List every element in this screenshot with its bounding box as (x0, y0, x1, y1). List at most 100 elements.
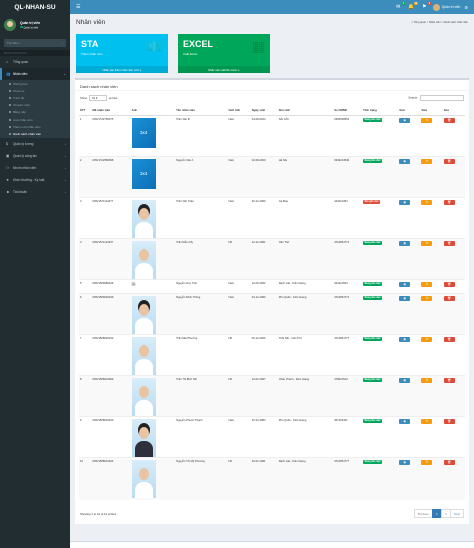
delete-button[interactable]: 🗑 (443, 295, 455, 301)
sidebar-subitem-bang-cap[interactable]: Bằng cấp (0, 109, 70, 116)
delete-button[interactable]: 🗑 (443, 418, 455, 424)
cell-birthplace: Rạch Giá - Kiên Giang (277, 278, 334, 293)
delete-button[interactable]: 🗑 (443, 199, 455, 205)
column-header[interactable]: Ảnh (130, 106, 176, 116)
navbar-user-name: Quản trị viên (441, 5, 461, 9)
entries-select[interactable]: 10 ▾ (89, 94, 107, 101)
sidebar-search-input[interactable]: Tìm kiếm... ⌕ (4, 39, 66, 47)
search-icon[interactable]: ⌕ (61, 41, 63, 45)
navbar-user-menu[interactable]: Quản trị viên (432, 3, 461, 11)
sidebar-user-panel: Quản trị viên Quản trị viên (0, 14, 70, 36)
cell-id-card: 3716654774 (333, 292, 363, 334)
control-sidebar-gear-icon[interactable]: ⚙ (464, 5, 468, 10)
add-employee-link[interactable]: Nhấn vào thêm nhân viên mới ➜ (76, 66, 168, 73)
circle-icon (9, 82, 11, 85)
column-header[interactable]: Số CMND (333, 106, 363, 116)
column-header[interactable]: Mã nhân viên (91, 106, 131, 116)
pagination-next[interactable]: Next (450, 509, 464, 518)
sidebar-subitem-chuyen-mon[interactable]: Chuyên môn (0, 102, 70, 109)
edit-button[interactable]: ✎ (421, 117, 433, 123)
delete-button[interactable]: 🗑 (443, 158, 455, 164)
column-header[interactable]: Tình trạng (362, 106, 399, 116)
sidebar-subitem-them-moi[interactable]: Thêm mới nhân viên (0, 123, 70, 130)
column-header[interactable]: Xem (398, 106, 421, 116)
cell-status: Đã nghỉ việc (362, 196, 399, 238)
employee-table: STT Mã nhân viên Ảnh Tên nhân viên Giới tính… (79, 106, 465, 500)
cell-employee-id: MNV1568631624 (91, 456, 131, 500)
cell-employee-id: MNV1722750075 (91, 114, 131, 156)
view-button[interactable]: ◉ (399, 418, 411, 424)
delete-button[interactable]: 🗑 (443, 240, 455, 246)
edit-button[interactable]: ✎ (421, 336, 433, 342)
delete-button[interactable]: 🗑 (443, 117, 455, 123)
sidebar-item-khen-thuong[interactable]: ★ Khen thưởng - Kỷ luật ‹ (0, 174, 70, 186)
edit-button[interactable]: ✎ (421, 418, 433, 424)
sidebar-subitem-loai-nhan-vien[interactable]: Loại nhân viên (0, 116, 70, 123)
eye-icon: ◉ (403, 117, 407, 122)
pagination-previous[interactable]: Previous (413, 509, 433, 518)
view-button[interactable]: ◉ (399, 281, 411, 287)
sidebar-item-nhom-nhan-vien[interactable]: ⚇ Nhóm nhân viên ‹ (0, 162, 70, 174)
envelope-icon[interactable]: ✉ 4 (394, 2, 405, 10)
edit-button[interactable]: ✎ (421, 158, 433, 164)
sidebar-subitem-chuc-vu[interactable]: Chức vụ (0, 87, 70, 94)
column-header[interactable]: Sửa (420, 106, 443, 116)
edit-button[interactable]: ✎ (421, 240, 433, 246)
cell-edit: ✎ (420, 456, 443, 500)
view-button[interactable]: ◉ (399, 377, 411, 383)
cell-photo (130, 456, 176, 500)
view-button[interactable]: ◉ (399, 459, 411, 465)
sidebar-subitem-phong-ban[interactable]: Phòng ban (0, 80, 70, 87)
flag-icon[interactable]: ⚑ 9 (420, 2, 431, 10)
edit-button[interactable]: ✎ (421, 295, 433, 301)
column-header[interactable]: Nơi sinh (277, 106, 334, 116)
export-excel-link[interactable]: Nhấn vào xuất file excel ➜ (178, 66, 270, 73)
column-header[interactable]: Xóa (442, 106, 465, 116)
cell-photo (130, 415, 176, 457)
navbar: ☰ ✉ 4 🔔 10 ⚑ 9 Quản trị viên ⚙ (70, 0, 474, 14)
sidebar-item-tong-quan[interactable]: ⌂ Tổng quan (0, 56, 70, 68)
edit-button[interactable]: ✎ (421, 377, 433, 383)
breadcrumb-item-nhan-vien[interactable]: Nhân viên (429, 21, 441, 24)
cell-employee-id: MNV1568634999 (91, 374, 131, 416)
delete-button[interactable]: 🗑 (443, 281, 455, 287)
view-button[interactable]: ◉ (399, 199, 411, 205)
sidebar-item-tai-khoan[interactable]: ☻ Tài khoản ‹ (0, 186, 70, 198)
view-button[interactable]: ◉ (399, 336, 411, 342)
edit-button[interactable]: ✎ (421, 459, 433, 465)
view-button[interactable]: ◉ (399, 295, 411, 301)
cell-gender: Nữ (227, 333, 251, 375)
trash-icon: 🗑 (447, 295, 452, 300)
app-logo[interactable]: QL-NHAN-SU (0, 0, 70, 14)
sidebar-item-quan-ly-luong[interactable]: $ Quản lý lương ‹ (0, 138, 70, 150)
bell-icon[interactable]: 🔔 10 (407, 2, 418, 10)
hamburger-icon[interactable]: ☰ (76, 4, 80, 10)
sidebar-item-nhan-vien[interactable]: 👥 Nhân viên ⌄ (0, 68, 70, 80)
view-button[interactable]: ◉ (399, 158, 411, 164)
breadcrumb-item-tong-quan[interactable]: Tổng quan (414, 21, 426, 24)
column-header[interactable]: Giới tính (227, 106, 251, 116)
column-header[interactable]: Ngày sinh (250, 106, 278, 116)
delete-button[interactable]: 🗑 (443, 459, 455, 465)
table-search-input[interactable] (420, 94, 464, 101)
delete-button[interactable]: 🗑 (443, 377, 455, 383)
cell-delete: 🗑 (442, 415, 465, 457)
status-badge: Đang làm việc (363, 336, 383, 341)
sidebar-item-cong-tac[interactable]: ▣ Quản lý công tác ‹ (0, 150, 70, 162)
table-row: 9 MNV1568633913 Nguyễn Phước Thạnh Nam 15-10… (79, 415, 465, 457)
cell-employee-id: MNV1568633913 (91, 415, 131, 457)
sidebar-subitem-trinh-do[interactable]: Trình độ (0, 94, 70, 101)
sidebar-subitem-danh-sach[interactable]: Danh sách nhân viên (0, 130, 70, 137)
view-button[interactable]: ◉ (399, 117, 411, 123)
column-header[interactable]: Tên nhân viên (175, 106, 228, 116)
cell-stt: 6 (79, 292, 92, 334)
cell-edit: ✎ (420, 333, 443, 375)
view-button[interactable]: ◉ (399, 240, 411, 246)
cell-employee-name: Trần Thị Bích Nhi (175, 374, 228, 416)
export-excel-box: EXCEL Xuất Excel ▦ Nhấn vào xuất file ex… (178, 34, 270, 73)
edit-button[interactable]: ✎ (421, 281, 433, 287)
column-header[interactable]: STT (79, 106, 92, 116)
edit-icon: ✎ (425, 295, 429, 300)
delete-button[interactable]: 🗑 (443, 336, 455, 342)
edit-button[interactable]: ✎ (421, 199, 433, 205)
